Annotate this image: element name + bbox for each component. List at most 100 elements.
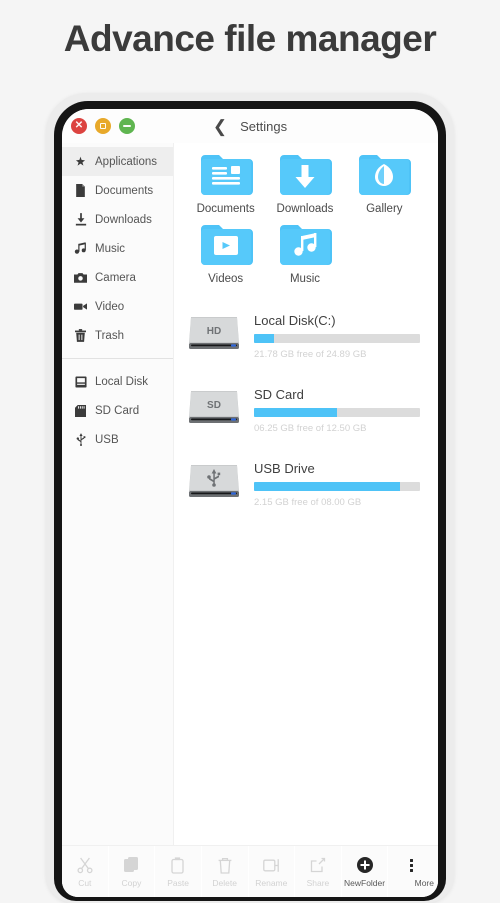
- copy-button[interactable]: Copy: [108, 846, 156, 897]
- drive-info: SD Card 06.25 GB free of 12.50 GB: [254, 387, 424, 434]
- more-button[interactable]: More: [388, 846, 438, 897]
- sidebar-item-label: USB: [95, 433, 119, 446]
- drive-usage-fill: [254, 333, 274, 343]
- sidebar-item-usb[interactable]: USB: [62, 425, 173, 454]
- phone-screen: ✕ ❮ Settings Applications Documents Down…: [62, 109, 438, 897]
- share-icon: [310, 856, 326, 875]
- sidebar-item-trash[interactable]: Trash: [62, 321, 173, 350]
- folder-label: Documents: [196, 203, 255, 215]
- toolbar-label: Delete: [212, 877, 237, 888]
- paste-button[interactable]: Paste: [155, 846, 202, 897]
- folder-item-documents[interactable]: Documents: [186, 153, 265, 215]
- drive-info: Local Disk(C:) 21.78 GB free of 24.89 GB: [254, 313, 424, 360]
- sidebar-divider: [62, 358, 173, 359]
- drive-usage-bar: [254, 407, 420, 417]
- page-title: Advance file manager: [63, 18, 437, 59]
- folder-label: Videos: [208, 273, 244, 285]
- toolbar-label: NewFolder: [344, 877, 386, 888]
- maximize-icon[interactable]: [119, 118, 135, 134]
- applications-icon: [74, 155, 87, 168]
- usb-drive-icon: [186, 461, 242, 508]
- drive-row[interactable]: USB Drive 2.15 GB free of 08.00 GB: [186, 447, 424, 521]
- titlebar-nav: ❮ Settings: [213, 118, 287, 135]
- drive-name: SD Card: [254, 386, 304, 402]
- sidebar-item-label: Music: [95, 242, 126, 255]
- sidebar-item-label: Local Disk: [95, 375, 149, 388]
- folder-item-gallery[interactable]: Gallery: [345, 153, 424, 215]
- drive-capacity-text: 2.15 GB free of 08.00 GB: [254, 496, 362, 508]
- rename-button[interactable]: Rename: [248, 846, 296, 897]
- toolbar-label: Copy: [121, 877, 142, 888]
- folder-music-icon: [278, 223, 332, 267]
- trash-icon: [218, 856, 232, 875]
- minimize-icon[interactable]: [95, 118, 111, 134]
- delete-button[interactable]: Delete: [201, 846, 249, 897]
- cut-button[interactable]: Cut: [62, 846, 109, 897]
- window-title: Settings: [240, 118, 288, 134]
- folder-documents-icon: [199, 153, 253, 197]
- video-camera-icon: [74, 302, 87, 311]
- svg-text:SD: SD: [207, 400, 221, 411]
- toolbar-label: Cut: [78, 877, 92, 888]
- scissors-icon: [77, 856, 93, 875]
- sidebar-item-downloads[interactable]: Downloads: [62, 205, 173, 234]
- download-icon: [74, 213, 87, 226]
- toolbar-label: Paste: [167, 877, 189, 888]
- sidebar-item-label: Documents: [95, 184, 154, 197]
- sidebar-item-camera[interactable]: Camera: [62, 263, 173, 292]
- folder-label: Music: [289, 273, 320, 285]
- copy-icon: [123, 856, 139, 875]
- drive-row[interactable]: SD SD Card 06.25 GB free of 12.50 GB: [186, 373, 424, 447]
- drive-usage-fill: [254, 481, 401, 491]
- rename-icon: [262, 856, 280, 875]
- folder-downloads-icon: [278, 153, 332, 197]
- svg-text:HD: HD: [207, 326, 221, 337]
- drive-list: HD Local Disk(C:) 21.78 GB free of 24.89…: [186, 299, 424, 521]
- sidebar-item-applications[interactable]: Applications: [62, 147, 173, 176]
- hard-disk-icon: [74, 375, 87, 388]
- folder-item-downloads[interactable]: Downloads: [265, 153, 344, 215]
- sd-drive-icon: SD: [186, 387, 242, 434]
- toolbar-label: More: [414, 877, 434, 888]
- sidebar-item-video[interactable]: Video: [62, 292, 173, 321]
- toolbar-label: Share: [306, 877, 330, 888]
- close-icon[interactable]: ✕: [71, 118, 87, 134]
- share-button[interactable]: Share: [295, 846, 342, 897]
- sidebar-item-label: Applications: [95, 155, 158, 168]
- sidebar-item-label: Camera: [95, 271, 136, 284]
- trash-icon: [74, 329, 87, 342]
- new-folder-button[interactable]: NewFolder: [341, 846, 389, 897]
- drive-name: USB Drive: [254, 460, 315, 476]
- folder-item-videos[interactable]: Videos: [186, 223, 265, 285]
- sidebar-item-music[interactable]: Music: [62, 234, 173, 263]
- sidebar-item-label: Trash: [95, 329, 124, 342]
- paste-icon: [170, 856, 186, 875]
- folder-grid: Documents Downloads Gallery Videos Music: [186, 153, 424, 285]
- sidebar-item-local-disk[interactable]: Local Disk: [62, 367, 173, 396]
- folder-videos-icon: [199, 223, 253, 267]
- back-chevron-icon[interactable]: ❮: [213, 118, 227, 135]
- folder-item-music[interactable]: Music: [265, 223, 344, 285]
- hard-drive-icon: HD: [186, 313, 242, 360]
- drive-row[interactable]: HD Local Disk(C:) 21.78 GB free of 24.89…: [186, 299, 424, 373]
- document-icon: [74, 184, 87, 197]
- window-titlebar: ✕ ❮ Settings: [62, 109, 438, 143]
- plus-circle-icon: [356, 856, 373, 875]
- drive-usage-fill: [254, 407, 337, 417]
- window-controls: ✕: [62, 118, 135, 134]
- sd-card-icon: [74, 404, 87, 417]
- drive-name: Local Disk(C:): [254, 312, 336, 328]
- folder-gallery-icon: [357, 153, 412, 197]
- sidebar-item-label: Video: [95, 300, 125, 313]
- sidebar-item-label: SD Card: [95, 404, 140, 417]
- app-body: Applications Documents Downloads Music C…: [62, 143, 438, 845]
- bottom-toolbar: Cut Copy Paste Delete Rename Share NewFo…: [62, 845, 438, 897]
- sidebar-item-documents[interactable]: Documents: [62, 176, 173, 205]
- folder-label: Downloads: [276, 203, 334, 215]
- sidebar-item-sd-card[interactable]: SD Card: [62, 396, 173, 425]
- drive-capacity-text: 06.25 GB free of 12.50 GB: [254, 422, 367, 434]
- overflow-dots-icon: [409, 856, 413, 875]
- drive-info: USB Drive 2.15 GB free of 08.00 GB: [254, 461, 424, 508]
- sidebar: Applications Documents Downloads Music C…: [62, 143, 174, 845]
- camera-icon: [74, 272, 87, 283]
